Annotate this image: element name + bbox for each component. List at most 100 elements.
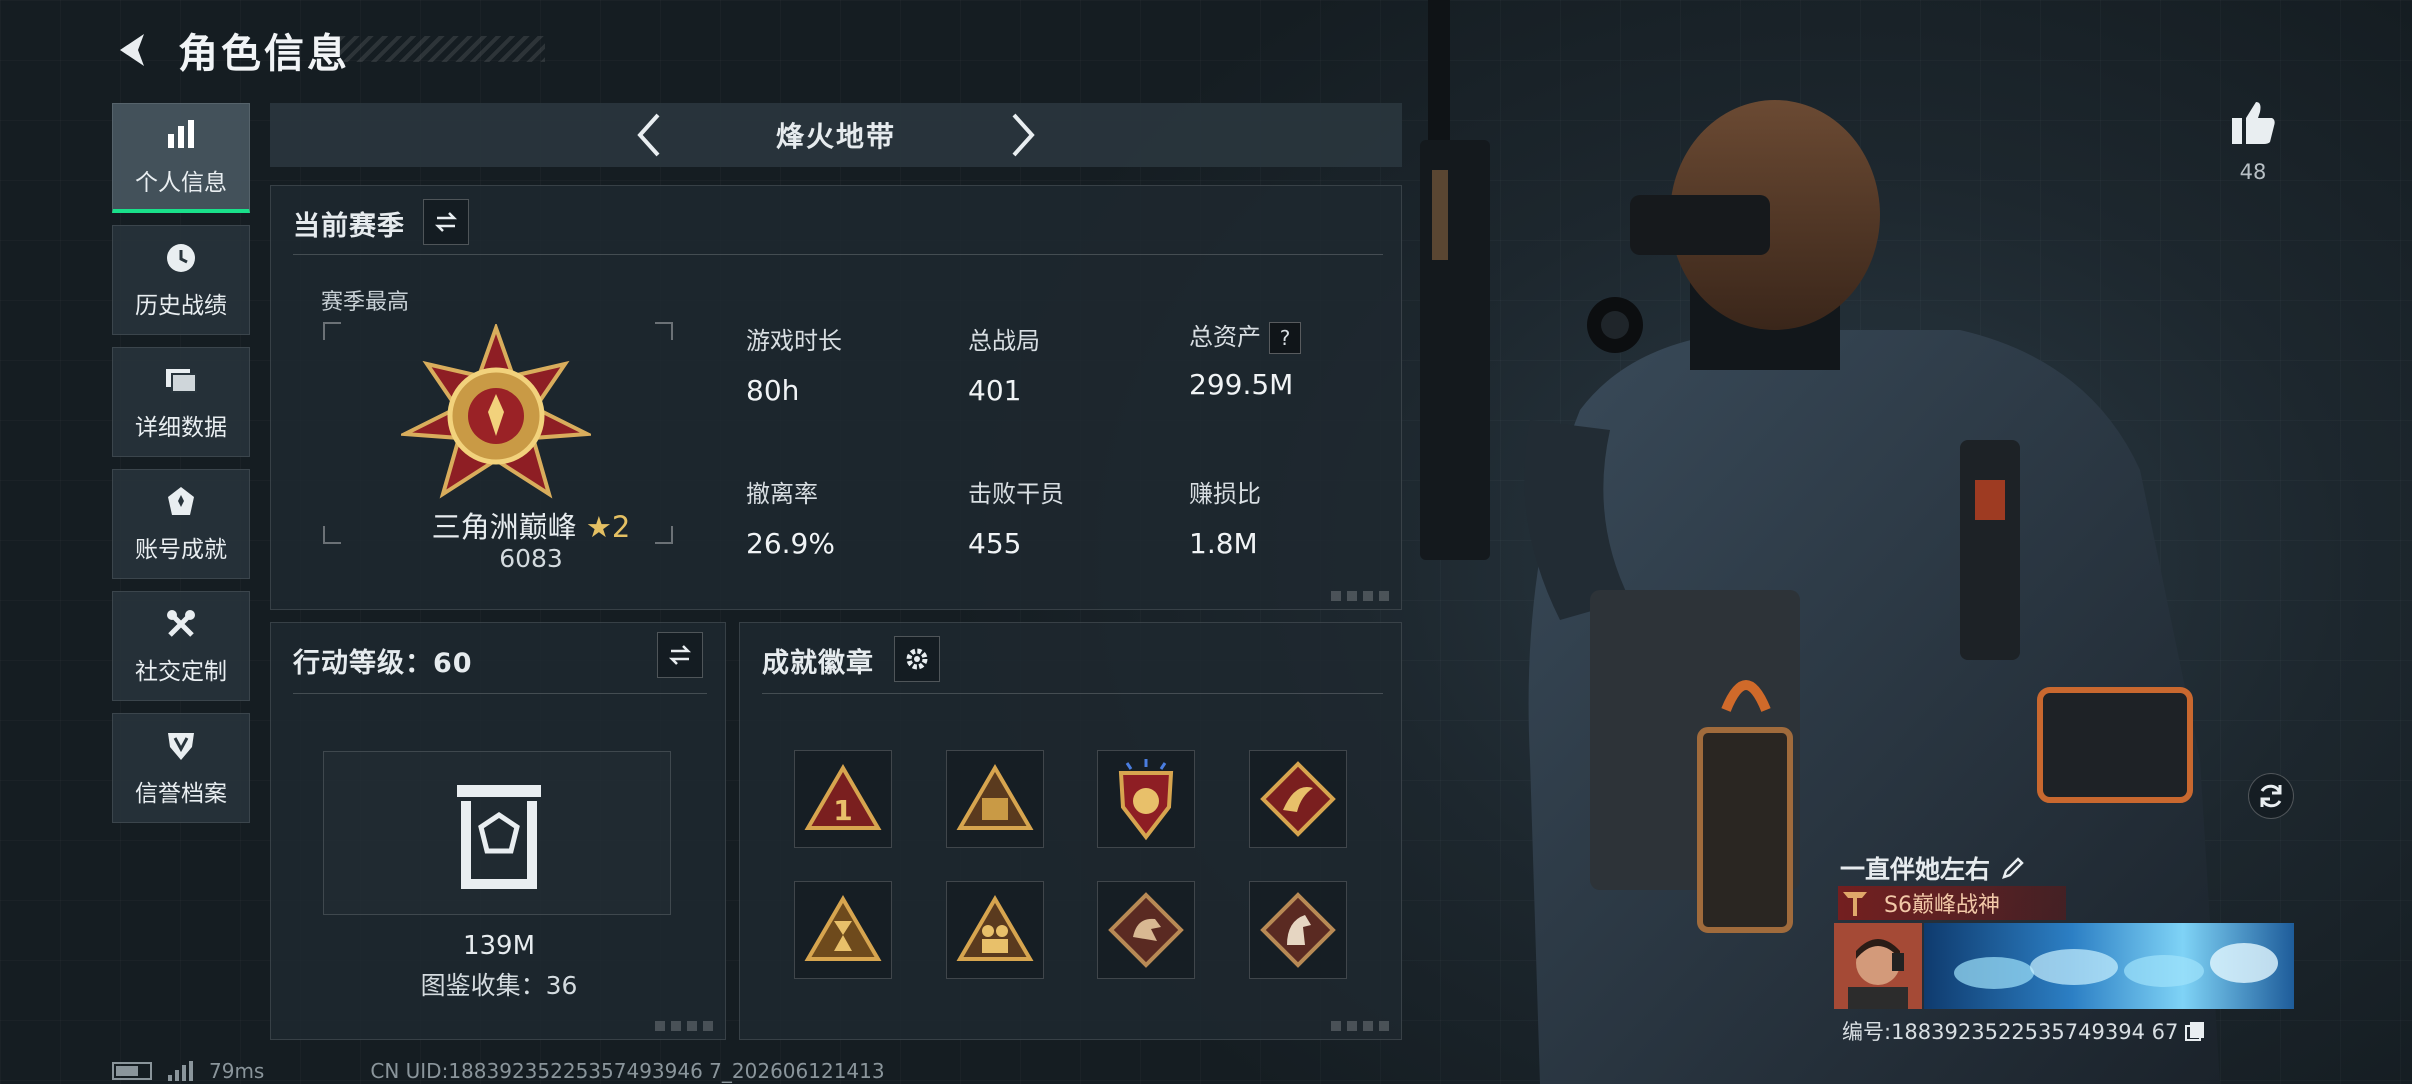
- player-uid: 编号:1883923522535749394 67: [1842, 1016, 2206, 1046]
- map-next-button[interactable]: [997, 109, 1049, 161]
- player-name: 一直伴她左右: [1840, 850, 2026, 886]
- player-uid-text: 编号:1883923522535749394 67: [1842, 1020, 2179, 1044]
- stat-label: 击败干员: [968, 480, 1064, 508]
- chevron-right-icon: [1012, 113, 1035, 157]
- badge-horse-icon: [1260, 892, 1336, 968]
- season-title: 当前赛季: [293, 211, 405, 242]
- season-best-label: 赛季最高: [321, 290, 410, 315]
- player-avatar[interactable]: [1834, 923, 1922, 1009]
- player-title-bar: S6巅峰战神: [1838, 886, 2066, 920]
- season-switch-button[interactable]: [423, 199, 469, 245]
- rotate-model-button[interactable]: [2248, 773, 2294, 819]
- rank-score: 6083: [499, 544, 563, 573]
- ping-value: 79ms: [209, 1059, 265, 1083]
- thumbs-up-icon: [2232, 102, 2275, 144]
- stat-value: 455: [968, 527, 1022, 560]
- sidebar-item-label: 账号成就: [135, 537, 227, 563]
- stat-label: 赚损比: [1189, 480, 1261, 508]
- edit-pencil-icon[interactable]: [2000, 855, 2026, 881]
- title-stripe-decoration: [340, 36, 545, 62]
- like-count: 48: [2239, 160, 2267, 184]
- collection-value: 139M: [462, 931, 536, 961]
- corner-decoration: [655, 1021, 715, 1031]
- badge-dragon[interactable]: [1097, 881, 1195, 979]
- sidebar-item-detailed-data[interactable]: 详细数据: [112, 347, 250, 457]
- badge-s8[interactable]: [946, 750, 1044, 848]
- panel-divider: [293, 254, 1383, 255]
- achievement-icon: [163, 484, 199, 520]
- badge-star-shield[interactable]: [1097, 750, 1195, 848]
- badges-settings-button[interactable]: [894, 636, 940, 682]
- badge-dragon-icon: [1108, 892, 1184, 968]
- stat-total-assets: 总资产? 299.5M: [1189, 317, 1301, 401]
- badge-s8-icon: [956, 764, 1034, 830]
- stat-play-time: 游戏时长 80h: [746, 321, 842, 407]
- stat-extract-rate: 撤离率 26.9%: [746, 474, 835, 560]
- copy-icon[interactable]: [2184, 1020, 2206, 1042]
- sidebar-item-personal-info[interactable]: 个人信息: [112, 103, 250, 213]
- stat-value: 1.8M: [1189, 527, 1258, 560]
- stat-label: 游戏时长: [746, 327, 842, 355]
- badge-bird-icon: [1260, 761, 1336, 837]
- badge-star-shield-icon: [1118, 759, 1174, 841]
- rank-star-level: ★2: [585, 510, 631, 544]
- stat-label: 总资产?: [1189, 317, 1301, 354]
- map-name: 烽火地带: [775, 120, 896, 153]
- sidebar-item-label: 历史战绩: [135, 293, 227, 319]
- collection-icon: [457, 785, 541, 889]
- map-prev-button[interactable]: [623, 109, 675, 161]
- page-title: 角色信息: [178, 31, 350, 77]
- refresh-icon: [2260, 784, 2282, 808]
- badge-hourglass-icon: [804, 895, 882, 961]
- panel-divider: [293, 693, 707, 694]
- badge-horse[interactable]: [1249, 881, 1347, 979]
- svg-text:1: 1: [833, 794, 852, 827]
- back-arrow-icon: [120, 34, 144, 66]
- badge-rank-1-icon: 1: [804, 764, 882, 830]
- player-name-text: 一直伴她左右: [1840, 855, 1991, 884]
- player-title: S6巅峰战神: [1884, 893, 2000, 918]
- collection-count: 图鉴收集：36: [420, 971, 578, 1000]
- stat-profit-ratio: 赚损比 1.8M: [1189, 474, 1261, 560]
- swap-icon: [668, 645, 692, 665]
- achievement-badges-panel: 成就徽章 1: [739, 622, 1402, 1040]
- sidebar-item-label: 详细数据: [135, 415, 227, 441]
- chevron-left-icon: [637, 113, 660, 157]
- cn-uid: CN UID:18839235225357493946 7_2026061214…: [370, 1059, 885, 1083]
- sidebar-item-label: 信誉档案: [135, 781, 227, 807]
- sidebar-item-history[interactable]: 历史战绩: [112, 225, 250, 335]
- badge-bird[interactable]: [1249, 750, 1347, 848]
- rank-emblem-icon: [401, 324, 591, 499]
- stat-value: 299.5M: [1189, 368, 1294, 401]
- badges-title: 成就徽章: [762, 648, 874, 679]
- sidebar-item-social-custom[interactable]: 社交定制: [112, 591, 250, 701]
- sidebar-item-label: 社交定制: [135, 659, 227, 685]
- sidebar-item-achievements[interactable]: 账号成就: [112, 469, 250, 579]
- tools-icon: [163, 606, 199, 642]
- stat-value: 80h: [746, 374, 800, 407]
- swap-icon: [434, 212, 458, 232]
- corner-decoration: [1331, 1021, 1391, 1031]
- history-clock-icon: [163, 240, 199, 276]
- rank-name: 三角洲巅峰 ★2: [321, 504, 741, 546]
- badge-rank-1[interactable]: 1: [794, 750, 892, 848]
- banner-figures-icon: [1954, 943, 2278, 989]
- badge-soldiers[interactable]: [946, 881, 1044, 979]
- stat-total-matches: 总战局 401: [968, 321, 1040, 407]
- sidebar-item-reputation[interactable]: 信誉档案: [112, 713, 250, 823]
- action-level-panel: 行动等级：60 139M 图鉴收集：36: [270, 622, 726, 1040]
- season-panel: 当前赛季 赛季最高 三角洲巅峰 ★2 6083 游戏时长 80h 总战局 401…: [270, 185, 1402, 610]
- stat-label: 撤离率: [746, 480, 818, 508]
- back-button[interactable]: [110, 26, 158, 74]
- badge-soldiers-icon: [956, 895, 1034, 961]
- player-card-banner[interactable]: [1924, 923, 2294, 1009]
- badge-hourglass[interactable]: [794, 881, 892, 979]
- panel-divider: [762, 693, 1383, 694]
- like-button[interactable]: [2228, 98, 2278, 148]
- corner-decoration: [1331, 591, 1391, 601]
- action-level-title: 行动等级：60: [293, 648, 473, 679]
- stat-value: 401: [968, 374, 1022, 407]
- action-level-switch-button[interactable]: [657, 632, 703, 678]
- help-icon[interactable]: ?: [1269, 322, 1301, 354]
- avatar-portrait-icon: [1834, 923, 1922, 1009]
